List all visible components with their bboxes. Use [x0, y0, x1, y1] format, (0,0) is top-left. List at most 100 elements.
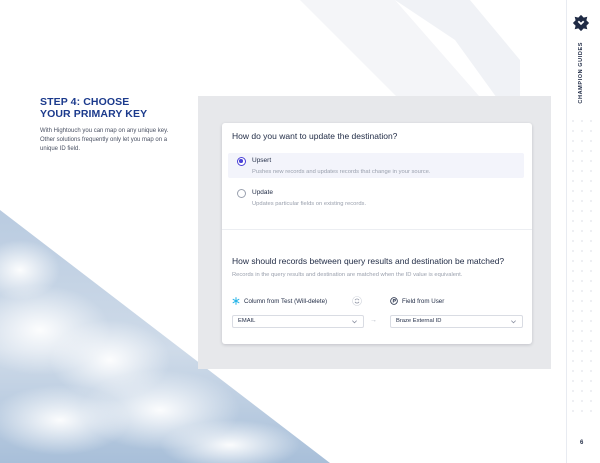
grid-dot	[581, 170, 583, 172]
grid-dot	[572, 410, 574, 412]
source-column-value: EMAIL	[238, 318, 256, 324]
grid-dot	[581, 360, 583, 362]
grid-dot	[572, 370, 574, 372]
grid-dot	[572, 160, 574, 162]
grid-dot	[590, 250, 592, 252]
source-column-select[interactable]: EMAIL	[232, 315, 364, 328]
grid-dot	[590, 320, 592, 322]
grid-dot	[572, 400, 574, 402]
grid-dot	[581, 190, 583, 192]
destination-field-label: Field from User	[402, 297, 445, 305]
grid-dot	[581, 270, 583, 272]
grid-dot	[572, 290, 574, 292]
chevron-down-icon	[511, 320, 516, 324]
grid-dot	[590, 130, 592, 132]
grid-dot	[581, 180, 583, 182]
grid-dot	[590, 160, 592, 162]
grid-dot	[572, 230, 574, 232]
grid-dot	[572, 350, 574, 352]
mapping-arrow: →	[370, 317, 377, 324]
grid-dot	[581, 240, 583, 242]
grid-dot	[590, 310, 592, 312]
grid-dot	[581, 320, 583, 322]
grid-dot	[590, 140, 592, 142]
grid-dot	[581, 250, 583, 252]
upsert-label[interactable]: Upsert	[252, 157, 271, 164]
grid-dot	[590, 260, 592, 262]
grid-dot	[590, 350, 592, 352]
grid-dot	[590, 360, 592, 362]
snowflake-icon	[232, 297, 240, 305]
grid-dot	[590, 280, 592, 282]
grid-dot	[572, 220, 574, 222]
step-title-line1: STEP 4: CHOOSE	[40, 96, 130, 108]
grid-dot	[572, 280, 574, 282]
grid-dot	[590, 340, 592, 342]
grid-dot	[590, 330, 592, 332]
grid-dot	[590, 410, 592, 412]
grid-dot	[572, 300, 574, 302]
grid-dot	[572, 360, 574, 362]
grid-dot	[590, 290, 592, 292]
update-label[interactable]: Update	[252, 189, 273, 196]
upsert-description: Pushes new records and updates records t…	[252, 169, 431, 175]
grid-dot	[572, 130, 574, 132]
grid-dot	[572, 120, 574, 122]
grid-dot	[590, 190, 592, 192]
update-radio[interactable]	[237, 189, 246, 198]
sync-icon[interactable]	[352, 296, 362, 306]
destination-field-header: Field from User	[390, 297, 444, 305]
grid-dot	[572, 310, 574, 312]
destination-field-value: Braze External ID	[396, 318, 442, 324]
grid-dot	[581, 370, 583, 372]
grid-dot	[590, 270, 592, 272]
grid-dot	[581, 140, 583, 142]
grid-dot	[581, 290, 583, 292]
grid-dot	[581, 350, 583, 352]
champion-logo-icon	[572, 14, 590, 32]
grid-dot	[581, 410, 583, 412]
grid-dot	[590, 220, 592, 222]
grid-dot	[590, 370, 592, 372]
grid-dot	[590, 400, 592, 402]
grid-dot	[581, 220, 583, 222]
grid-dot	[581, 280, 583, 282]
grid-dot	[581, 300, 583, 302]
grid-dot	[572, 240, 574, 242]
braze-icon	[390, 297, 398, 305]
grid-dot	[581, 200, 583, 202]
match-description: Records in the query results and destina…	[232, 272, 463, 278]
grid-dot	[572, 330, 574, 332]
sidebar-divider	[566, 0, 567, 463]
grid-dot	[581, 330, 583, 332]
destination-field-select[interactable]: Braze External ID	[390, 315, 523, 328]
brand-label: CHAMPION GUIDES	[578, 42, 584, 104]
grid-dot	[581, 380, 583, 382]
grid-dot	[572, 260, 574, 262]
grid-dot	[572, 200, 574, 202]
grid-dot	[590, 380, 592, 382]
grid-dot	[590, 170, 592, 172]
grid-dot	[590, 240, 592, 242]
grid-dot	[581, 260, 583, 262]
grid-dot	[572, 140, 574, 142]
grid-dot	[581, 340, 583, 342]
upsert-radio[interactable]	[237, 157, 246, 166]
grid-dot	[572, 320, 574, 322]
grid-dot	[572, 170, 574, 172]
grid-dot	[590, 390, 592, 392]
grid-dot	[590, 120, 592, 122]
section-divider	[222, 229, 532, 230]
grid-dot	[590, 300, 592, 302]
grid-dot	[581, 400, 583, 402]
grid-dot	[590, 150, 592, 152]
update-description: Updates particular fields on existing re…	[252, 201, 367, 207]
step-description: With Hightouch you can map on any unique…	[40, 128, 169, 152]
chevron-down-icon	[352, 320, 357, 324]
grid-dot	[581, 120, 583, 122]
update-method-question: How do you want to update the destinatio…	[232, 131, 398, 141]
grid-dot	[572, 340, 574, 342]
destination-settings-card: How do you want to update the destinatio…	[222, 123, 532, 344]
source-column-label: Column from Test (Will-delete)	[244, 297, 328, 305]
step-title: STEP 4: CHOOSE YOUR PRIMARY KEY	[40, 96, 190, 120]
